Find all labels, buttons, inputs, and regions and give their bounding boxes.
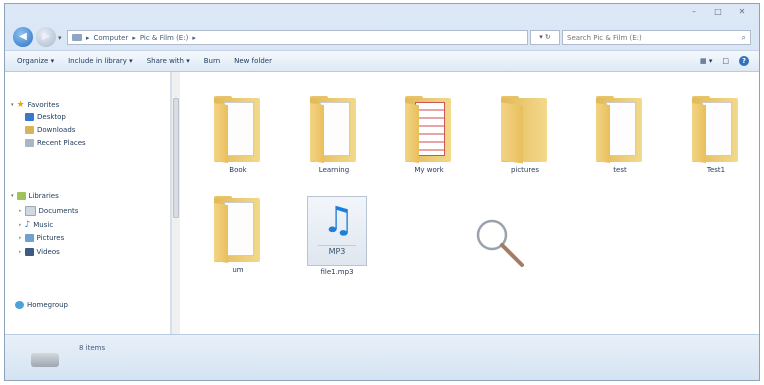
- folder-icon: [401, 96, 457, 164]
- sidebar-item-downloads[interactable]: Downloads: [25, 126, 75, 134]
- breadcrumb-computer[interactable]: Computer: [94, 34, 129, 42]
- search-box[interactable]: ⌕: [562, 30, 751, 45]
- close-button[interactable]: ✕: [731, 6, 753, 18]
- file-name: file1.mp3: [320, 268, 354, 276]
- expand-arrow-icon[interactable]: ▾: [11, 193, 14, 199]
- videos-icon: [24, 248, 34, 256]
- sidebar-item-pictures[interactable]: ▸ Pictures: [19, 234, 64, 242]
- item-count: 8 items: [79, 344, 106, 352]
- expand-arrow-icon[interactable]: ▸: [19, 208, 22, 214]
- sidebar-item-label: Homegroup: [27, 301, 69, 309]
- homegroup-icon: [15, 301, 24, 309]
- preview-pane-button[interactable]: □: [722, 57, 729, 65]
- breadcrumb-separator: ▸: [86, 33, 90, 42]
- maximize-button[interactable]: □: [707, 6, 729, 18]
- address-bar[interactable]: ▸ Computer ▸ Pic & Film (E:) ▸: [67, 30, 528, 45]
- sidebar-item-music[interactable]: ▸ ♪ Music: [19, 220, 53, 230]
- folder-icon: [210, 96, 266, 164]
- burn-button[interactable]: Burn: [204, 57, 220, 65]
- star-icon: ★: [16, 100, 25, 110]
- sidebar-item-label: Libraries: [28, 192, 59, 200]
- file-name: pictures: [510, 166, 540, 174]
- organize-button[interactable]: Organize ▾: [17, 57, 54, 65]
- sidebar-item-homegroup[interactable]: Homegroup: [15, 301, 68, 309]
- sidebar-item-documents[interactable]: ▸ Documents: [19, 206, 78, 216]
- file-item-book[interactable]: Book: [198, 96, 278, 174]
- help-icon[interactable]: ?: [739, 56, 749, 66]
- new-folder-button[interactable]: New folder: [234, 57, 272, 65]
- documents-icon: [24, 206, 36, 216]
- sidebar-item-label: Downloads: [37, 126, 76, 134]
- file-item-file1-mp3[interactable]: ♫ MP3 file1.mp3: [297, 196, 377, 276]
- search-icon[interactable]: ⌕: [742, 33, 746, 43]
- mp3-file-icon: ♫ MP3: [307, 196, 367, 266]
- file-name: My work: [414, 166, 444, 174]
- sidebar-item-label: Recent Places: [37, 139, 86, 147]
- sidebar-item-label: Documents: [38, 207, 79, 215]
- pictures-icon: [24, 234, 34, 242]
- file-name: Test1: [706, 166, 726, 174]
- sidebar-item-libraries[interactable]: ▾ Libraries: [11, 192, 59, 200]
- desktop-icon: [25, 113, 34, 121]
- sidebar-item-favorites[interactable]: ▾ ★ Favorites: [11, 100, 59, 110]
- file-name: Learning: [318, 166, 350, 174]
- downloads-icon: [25, 126, 34, 134]
- sidebar-item-recent-places[interactable]: Recent Places: [25, 139, 86, 147]
- breadcrumb-drive[interactable]: Pic & Film (E:): [140, 34, 188, 42]
- status-bar: 8 items: [5, 334, 759, 380]
- minimize-button[interactable]: –: [683, 6, 705, 18]
- title-bar-buttons: – □ ✕: [683, 6, 753, 18]
- file-item-my-work[interactable]: My work: [389, 96, 469, 174]
- file-name: um: [232, 266, 244, 274]
- forward-button[interactable]: ▶: [36, 27, 56, 47]
- computer-icon: [72, 34, 82, 41]
- folder-icon: [592, 96, 648, 164]
- folder-icon: [497, 96, 553, 164]
- expand-arrow-icon[interactable]: ▸: [19, 235, 22, 241]
- expand-arrow-icon[interactable]: ▸: [19, 222, 22, 228]
- file-list: Book Learning My work pictures test Test…: [180, 72, 759, 334]
- music-icon: ♪: [24, 220, 31, 230]
- scrollbar-thumb[interactable]: [173, 98, 179, 218]
- change-view-button[interactable]: ▦ ▾: [700, 57, 712, 65]
- search-input[interactable]: [567, 33, 727, 42]
- address-row: ◀ ▶ ▾ ▸ Computer ▸ Pic & Film (E:) ▸ ▾ ↻…: [5, 24, 759, 50]
- music-note-icon: ♫: [322, 200, 355, 241]
- refresh-button[interactable]: ▾ ↻: [530, 30, 560, 45]
- expand-arrow-icon[interactable]: ▸: [19, 249, 22, 255]
- mp3-badge: MP3: [318, 245, 356, 258]
- file-item-um[interactable]: um: [198, 196, 278, 274]
- sidebar-item-label: Music: [33, 221, 54, 229]
- recent-pages-dropdown[interactable]: ▾: [58, 34, 62, 42]
- breadcrumb-separator: ▸: [192, 33, 196, 42]
- include-in-library-button[interactable]: Include in library ▾: [68, 57, 133, 65]
- sidebar-item-label: Pictures: [36, 234, 65, 242]
- magnifier-icon: [476, 219, 524, 267]
- file-item-test1[interactable]: Test1: [676, 96, 756, 174]
- sidebar-item-label: Desktop: [37, 113, 66, 121]
- breadcrumb-separator: ▸: [132, 33, 136, 42]
- file-item-learning[interactable]: Learning: [294, 96, 374, 174]
- expand-arrow-icon[interactable]: ▾: [11, 102, 14, 108]
- sidebar-item-label: Videos: [36, 248, 60, 256]
- file-name: test: [613, 166, 627, 174]
- libraries-icon: [16, 192, 26, 200]
- navigation-pane: ▾ ★ Favorites Desktop Downloads Recent P…: [5, 72, 171, 334]
- sidebar-item-videos[interactable]: ▸ Videos: [19, 248, 60, 256]
- drive-icon: [31, 353, 59, 367]
- folder-icon: [210, 196, 266, 264]
- folder-icon: [688, 96, 744, 164]
- recent-places-icon: [25, 139, 34, 147]
- sidebar-item-label: Favorites: [27, 101, 60, 109]
- file-name: Book: [229, 166, 247, 174]
- folder-icon: [306, 96, 362, 164]
- command-toolbar: Organize ▾ Include in library ▾ Share wi…: [5, 50, 759, 72]
- back-button[interactable]: ◀: [13, 27, 33, 47]
- sidebar-item-desktop[interactable]: Desktop: [25, 113, 66, 121]
- navigation-scrollbar[interactable]: [171, 72, 180, 334]
- file-item-test[interactable]: test: [580, 96, 660, 174]
- file-item-pictures[interactable]: pictures: [485, 96, 565, 174]
- explorer-window: – □ ✕ ◀ ▶ ▾ ▸ Computer ▸ Pic & Film (E:)…: [4, 3, 760, 381]
- share-with-button[interactable]: Share with ▾: [147, 57, 190, 65]
